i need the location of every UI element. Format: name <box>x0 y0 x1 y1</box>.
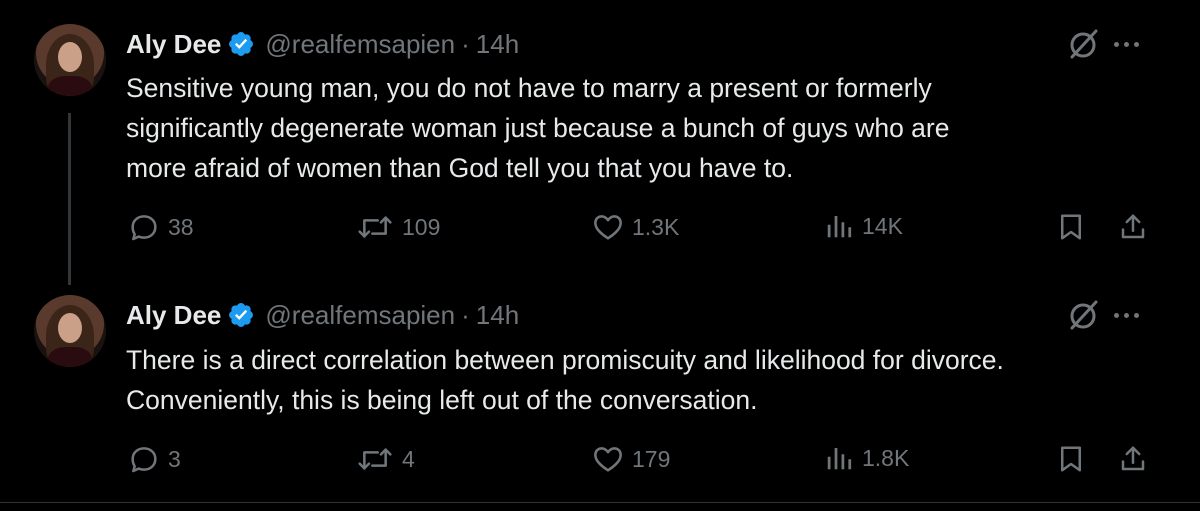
tweet-header: Aly Dee @realfemsapien · 14h <box>126 298 519 332</box>
action-bar: 38 109 1.3K 14K <box>0 211 1200 251</box>
tweet-text-line: Sensitive young man, you do not have to … <box>126 73 932 103</box>
tweet-text: Sensitive young man, you do not have to … <box>126 68 1136 188</box>
retweet-count: 109 <box>402 213 441 240</box>
action-bar: 3 4 179 1.8K <box>0 443 1200 483</box>
bookmark-icon <box>1061 214 1081 240</box>
tweet[interactable]: Aly Dee @realfemsapien · 14h Sensitive y… <box>0 0 1200 285</box>
tweet-text-line: Conveniently, this is being left out of … <box>126 385 758 415</box>
heart-icon <box>594 447 622 472</box>
like-button[interactable]: 179 <box>592 443 670 475</box>
retweet-icon <box>358 216 392 238</box>
reply-icon <box>131 447 157 473</box>
reply-count: 38 <box>168 213 194 240</box>
heart-icon <box>594 215 622 240</box>
like-button[interactable]: 1.3K <box>592 211 679 243</box>
views-count: 1.8K <box>862 444 910 471</box>
timestamp[interactable]: 14h <box>476 300 519 331</box>
tweet-header: Aly Dee @realfemsapien · 14h <box>126 27 519 61</box>
grok-icon[interactable] <box>1065 297 1101 333</box>
tweet-text-line: more afraid of women than God tell you t… <box>126 153 794 183</box>
verified-badge-icon[interactable] <box>227 301 255 329</box>
reply-button[interactable]: 38 <box>128 211 194 243</box>
avatar[interactable] <box>34 295 106 367</box>
avatar[interactable] <box>34 24 106 96</box>
timestamp[interactable]: 14h <box>476 29 519 60</box>
views-count: 14K <box>862 212 903 239</box>
tweet-text: There is a direct correlation between pr… <box>126 340 1136 420</box>
reply-button[interactable]: 3 <box>128 443 181 475</box>
more-icon[interactable] <box>1114 34 1144 54</box>
separator: · <box>461 28 470 59</box>
share-icon <box>1121 214 1145 239</box>
tweet-text-line: significantly degenerate woman just beca… <box>126 113 950 143</box>
author-name[interactable]: Aly Dee <box>126 300 221 331</box>
share-button[interactable] <box>1118 211 1148 243</box>
bookmark-button[interactable] <box>1056 211 1086 243</box>
verified-badge-icon[interactable] <box>227 30 255 58</box>
bookmark-button[interactable] <box>1056 443 1086 475</box>
author-name[interactable]: Aly Dee <box>126 29 221 60</box>
more-icon[interactable] <box>1114 305 1144 325</box>
bookmark-icon <box>1061 446 1081 472</box>
retweet-button[interactable]: 4 <box>356 443 415 475</box>
tweet[interactable]: Aly Dee @realfemsapien · 14h There is a … <box>0 270 1200 511</box>
like-count: 1.3K <box>632 213 680 240</box>
author-handle[interactable]: @realfemsapien <box>265 29 455 60</box>
grok-icon[interactable] <box>1065 26 1101 62</box>
thread-line <box>68 113 71 285</box>
reply-count: 3 <box>168 445 181 472</box>
views-button[interactable]: 14K <box>824 211 903 241</box>
separator: · <box>461 299 470 330</box>
like-count: 179 <box>632 445 671 472</box>
retweet-button[interactable]: 109 <box>356 211 440 243</box>
retweet-icon <box>358 448 392 470</box>
tweet-text-line: There is a direct correlation between pr… <box>126 345 1004 375</box>
views-icon <box>827 216 852 238</box>
author-handle[interactable]: @realfemsapien <box>265 300 455 331</box>
reply-icon <box>131 215 157 241</box>
views-button[interactable]: 1.8K <box>824 443 909 473</box>
share-button[interactable] <box>1118 443 1148 475</box>
views-icon <box>827 448 852 470</box>
divider <box>0 502 1200 503</box>
share-icon <box>1121 446 1145 471</box>
retweet-count: 4 <box>402 445 415 472</box>
